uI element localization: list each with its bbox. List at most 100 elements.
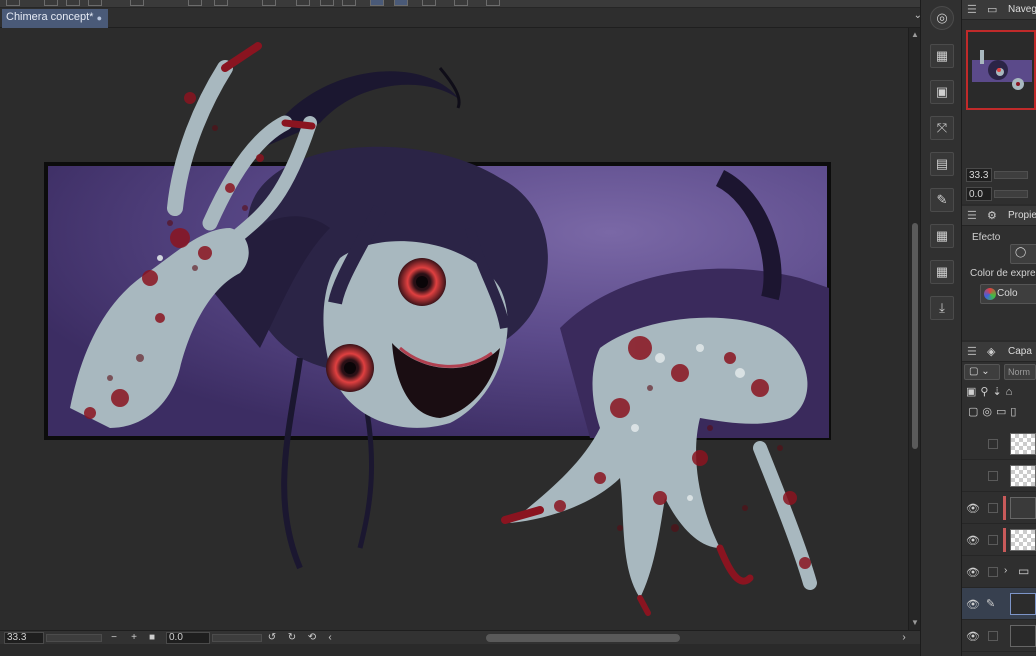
- panel-icon-bar: ◎ ▦ ▣ ⤧ ▤ ✎ ▦ ▦ ⤓: [920, 0, 962, 656]
- grid-panel-icon[interactable]: ▦: [930, 44, 954, 68]
- navigator-rotation-field[interactable]: 0.0: [966, 187, 992, 201]
- layer-thumbnail: [1010, 465, 1036, 487]
- rotation-field[interactable]: 0.0: [166, 632, 210, 644]
- menu-icon[interactable]: [6, 0, 20, 6]
- import-icon[interactable]: ⤓: [930, 296, 954, 320]
- layer-thumbnail: [1010, 433, 1036, 455]
- rotate-right-icon[interactable]: ↻: [286, 631, 298, 645]
- transform-icon[interactable]: [262, 0, 276, 6]
- layer-toolbar-row-1[interactable]: ▣⚲⇣⌂: [966, 385, 1016, 398]
- settings-icon[interactable]: [454, 0, 468, 6]
- navigator-rotation-slider[interactable]: [994, 190, 1028, 198]
- save-icon[interactable]: [88, 0, 102, 6]
- eye-icon[interactable]: 👁: [966, 534, 980, 547]
- zoom-slider[interactable]: [46, 634, 102, 642]
- snap-special-ruler-icon[interactable]: [394, 0, 408, 6]
- canvas-status-bar: 33.3 − + ■ 0.0 ↺ ↻ ⟲ ‹ ›: [0, 630, 920, 644]
- scroll-right-icon[interactable]: ›: [898, 631, 910, 645]
- scroll-down-icon[interactable]: ▼: [910, 618, 920, 628]
- layer-row[interactable]: [962, 428, 1036, 460]
- calendar-grid-icon[interactable]: ▦: [930, 224, 954, 248]
- layer-row-selected[interactable]: 👁 ✎: [962, 588, 1036, 620]
- hair-strand: [262, 71, 460, 148]
- zoom-field[interactable]: 33.3: [4, 632, 44, 644]
- layer-panel-title: Capa: [1008, 346, 1032, 357]
- horizontal-scrollbar-thumb[interactable]: [486, 634, 680, 642]
- navigator-zoom-field[interactable]: 33.3: [966, 168, 992, 182]
- layer-panel: ☰ ◈ Capa ▢ ⌄ Norm ▣⚲⇣⌂ ▢◎▭▯ 👁 👁 👁 › ▭ 👁 …: [962, 342, 1036, 656]
- layer-row[interactable]: 👁: [962, 492, 1036, 524]
- layer-row[interactable]: [962, 460, 1036, 492]
- edit-icon[interactable]: ✎: [930, 188, 954, 212]
- bottom-strip: [0, 644, 962, 656]
- modified-indicator-icon: ●: [96, 13, 102, 23]
- invert-selection-icon[interactable]: [342, 0, 356, 6]
- zoom-out-icon[interactable]: −: [108, 631, 120, 645]
- eye-icon[interactable]: 👁: [966, 502, 980, 515]
- artwork-canvas[interactable]: [0, 28, 908, 630]
- navigator-preview[interactable]: [966, 30, 1036, 110]
- select-all-icon[interactable]: [296, 0, 310, 6]
- layer-row[interactable]: 👁 › ▭: [962, 556, 1036, 588]
- lock-toggle-icon[interactable]: [988, 503, 998, 513]
- navigator-header: ☰ ▭ Naveg: [962, 0, 1036, 20]
- fit-icon[interactable]: ■: [146, 631, 158, 645]
- navigator-zoom-slider[interactable]: [994, 171, 1028, 179]
- transform-panel-icon[interactable]: ⤧: [930, 116, 954, 140]
- scroll-up-icon[interactable]: ▲: [910, 30, 920, 40]
- layer-row[interactable]: 👁: [962, 620, 1036, 652]
- table-icon[interactable]: ▦: [930, 260, 954, 284]
- lock-toggle-icon[interactable]: [988, 567, 998, 577]
- color-button[interactable]: Colo: [980, 284, 1036, 304]
- folder-icon: ▭: [1018, 564, 1030, 578]
- search-icon[interactable]: ◎: [930, 6, 954, 30]
- new-file-icon[interactable]: [44, 0, 58, 6]
- navigator-icon: ▭: [987, 4, 998, 16]
- reset-rotation-icon[interactable]: ⟲: [306, 631, 318, 645]
- menu-grip-icon[interactable]: ☰: [967, 345, 977, 358]
- layer-thumbnail: [1010, 497, 1036, 519]
- fill-icon[interactable]: [214, 0, 228, 6]
- properties-panel: ☰ ⚙ Propie Efecto ◯ Color de expre Colo: [962, 206, 1036, 340]
- effect-label: Efecto: [972, 232, 1001, 243]
- layers-icon: ◈: [987, 346, 996, 358]
- layer-row[interactable]: 👁: [962, 524, 1036, 556]
- properties-icon: ⚙: [987, 210, 997, 222]
- rotate-left-icon[interactable]: ↺: [266, 631, 278, 645]
- effect-circle-button[interactable]: ◯: [1010, 244, 1036, 264]
- layer-thumbnail: [1010, 625, 1036, 647]
- eye-icon[interactable]: 👁: [966, 566, 980, 579]
- layer-toolbar-row-2[interactable]: ▢◎▭▯: [968, 405, 1020, 418]
- blend-mode-select[interactable]: Norm: [1004, 364, 1036, 380]
- material-icon[interactable]: ▣: [930, 80, 954, 104]
- snap-grid-icon[interactable]: [422, 0, 436, 6]
- open-file-icon[interactable]: [66, 0, 80, 6]
- zoom-in-icon[interactable]: +: [128, 631, 140, 645]
- snap-ruler-icon[interactable]: [370, 0, 384, 6]
- scroll-left-icon[interactable]: ‹: [324, 631, 336, 645]
- document-tab[interactable]: Chimera concept* ●: [2, 9, 108, 28]
- expand-folder-icon[interactable]: ›: [1004, 565, 1007, 576]
- comment-icon[interactable]: [486, 0, 500, 6]
- layer-color-select[interactable]: ▢ ⌄: [964, 364, 1000, 380]
- layer-color-mark: [1003, 528, 1006, 552]
- eye-icon[interactable]: 👁: [966, 630, 980, 643]
- menu-grip-icon[interactable]: ☰: [967, 209, 977, 222]
- properties-title: Propie: [1008, 210, 1036, 221]
- layer-thumbnail: [1010, 593, 1036, 615]
- rotation-slider[interactable]: [212, 634, 262, 642]
- menu-grip-icon[interactable]: ☰: [967, 3, 977, 16]
- lock-toggle-icon[interactable]: [988, 471, 998, 481]
- undo-icon[interactable]: [130, 0, 144, 6]
- lock-toggle-icon[interactable]: [988, 631, 998, 641]
- scrollbar-thumb[interactable]: [912, 223, 918, 449]
- layer-color-mark: [1003, 496, 1006, 520]
- canvas-area[interactable]: [0, 28, 908, 630]
- clear-icon[interactable]: [188, 0, 202, 6]
- lock-toggle-icon[interactable]: [988, 439, 998, 449]
- lock-toggle-icon[interactable]: [988, 535, 998, 545]
- eye-icon[interactable]: 👁: [966, 598, 980, 611]
- vertical-scrollbar[interactable]: ▲ ▼: [908, 28, 920, 630]
- deselect-icon[interactable]: [320, 0, 334, 6]
- layer-property-icon[interactable]: ▤: [930, 152, 954, 176]
